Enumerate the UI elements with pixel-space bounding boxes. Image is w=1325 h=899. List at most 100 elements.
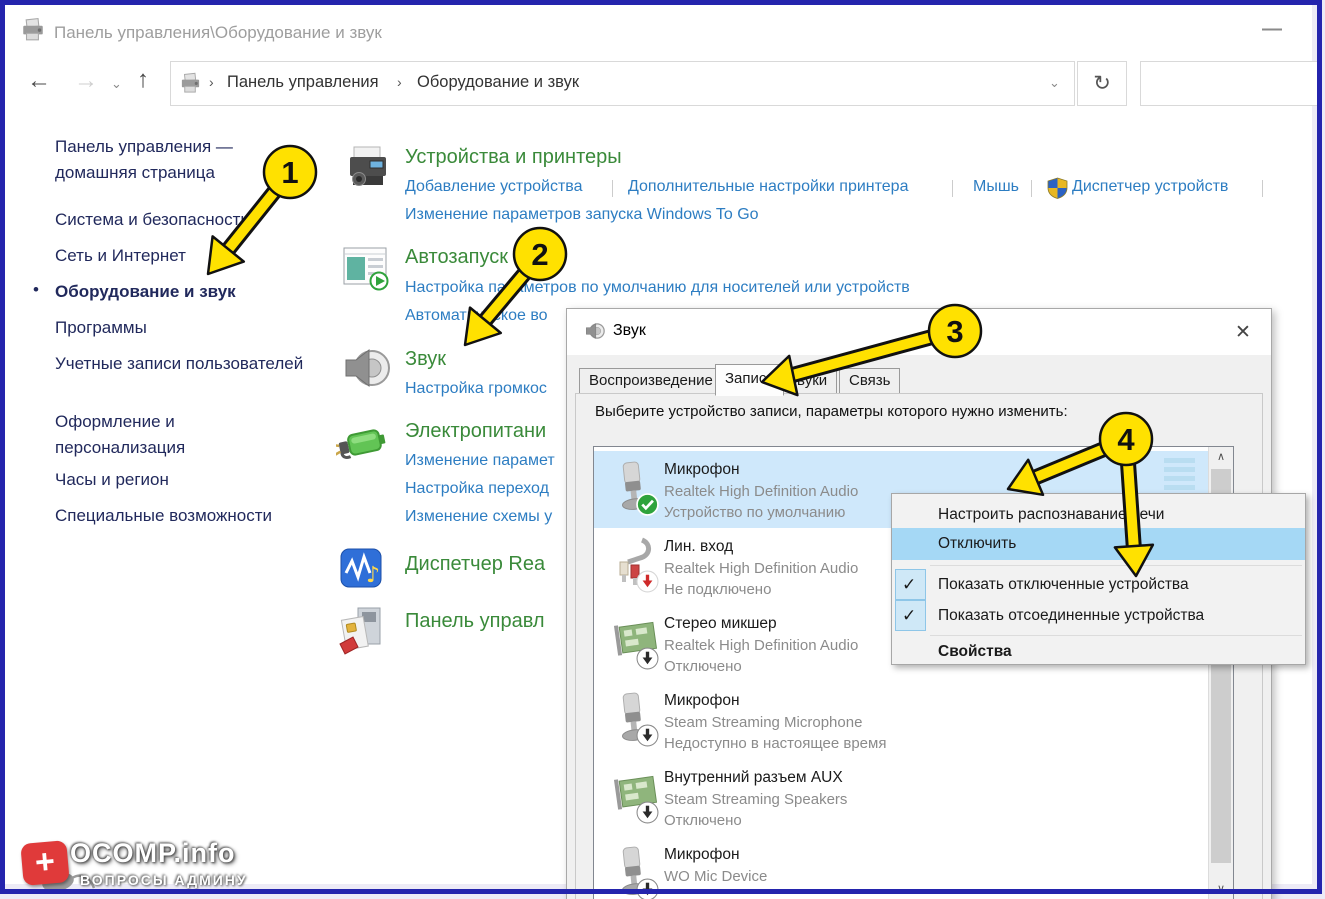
autoplay-icon[interactable] — [342, 244, 389, 296]
link-adjust-volume[interactable]: Настройка громкос — [405, 380, 547, 398]
close-icon[interactable]: ✕ — [1235, 321, 1251, 344]
device-name: Микрофон — [664, 692, 740, 710]
link-autoplay-media[interactable]: Автоматическое во — [405, 307, 548, 325]
category-realtek[interactable]: Диспетчер Rea — [405, 553, 545, 576]
category-devices-printers[interactable]: Устройства и принтеры — [405, 146, 622, 169]
sound-dialog-title: Звук — [613, 322, 646, 340]
sidebar-item-hardware-sound[interactable]: Оборудование и звук — [55, 279, 305, 305]
breadcrumb-printer-icon — [179, 71, 202, 99]
link-separator — [1031, 180, 1032, 197]
link-device-manager[interactable]: Диспетчер устройств — [1072, 178, 1228, 196]
scroll-up-icon[interactable]: ∧ — [1209, 447, 1233, 467]
device-driver: WO Mic Device — [664, 868, 767, 885]
device-row-steam-microphone[interactable]: Микрофон Steam Streaming Microphone Недо… — [594, 682, 1208, 759]
disabled-device-icon — [636, 647, 659, 675]
sidebar-item-network-internet[interactable]: Сеть и Интернет — [55, 243, 305, 269]
breadcrumb-hardware-sound[interactable]: Оборудование и звук — [417, 73, 579, 92]
menu-item-label: Отключить — [938, 528, 1016, 559]
device-status: Недоступно в настоящее время — [664, 735, 886, 752]
category-flash-panel[interactable]: Панель управл — [405, 610, 545, 633]
breadcrumb-chevron-icon[interactable]: › — [209, 74, 214, 90]
link-autoplay-defaults[interactable]: Настройка параметров по умолчанию для но… — [405, 279, 910, 297]
watermark-tagline: ВОПРОСЫ АДМИНУ — [80, 872, 248, 888]
sidebar-item-user-accounts[interactable]: Учетные записи пользователей — [55, 351, 305, 377]
link-windows-to-go[interactable]: Изменение параметров запуска Windows To … — [405, 206, 759, 224]
sidebar-item-clock-region[interactable]: Часы и регион — [55, 467, 305, 493]
link-add-device[interactable]: Добавление устройства — [405, 178, 583, 196]
refresh-icon: ↻ — [1093, 72, 1111, 95]
refresh-button[interactable]: ↻ — [1077, 61, 1127, 106]
device-row-wo-mic[interactable]: Микрофон WO Mic Device — [594, 836, 1208, 899]
menu-item-show-disabled[interactable]: ✓ Показать отключенные устройства — [892, 569, 1305, 600]
category-sound[interactable]: Звук — [405, 348, 446, 371]
address-dropdown-icon[interactable]: ⌄ — [1049, 75, 1060, 91]
history-dropdown-icon[interactable]: ⌄ — [111, 76, 122, 92]
device-row-aux[interactable]: Внутренний разъем AUX Steam Streaming Sp… — [594, 759, 1208, 836]
breadcrumb-control-panel[interactable]: Панель управления — [227, 73, 379, 92]
menu-item-speech-recognition[interactable]: Настроить распознавание речи — [892, 499, 1305, 530]
watermark: + OCOMP.info ВОПРОСЫ АДМИНУ — [14, 828, 274, 894]
svg-text:♪: ♪ — [366, 563, 380, 588]
link-separator — [952, 180, 953, 197]
checkmark-icon: ✓ — [902, 569, 916, 600]
device-context-menu: Настроить распознавание речи Отключить ✓… — [891, 493, 1306, 665]
link-advanced-printer-settings[interactable]: Дополнительные настройки принтера — [628, 178, 908, 196]
device-name: Микрофон — [664, 846, 740, 864]
device-name: Лин. вход — [664, 538, 733, 556]
link-power-settings[interactable]: Изменение парамет — [405, 452, 555, 470]
printer-icon — [20, 16, 46, 47]
screenshot-root: Панель управления\Оборудование и звук — … — [0, 0, 1325, 899]
sidebar-item-appearance[interactable]: Оформление и персонализация — [55, 409, 305, 461]
recording-instruction: Выберите устройство записи, параметры ко… — [595, 403, 1068, 420]
sidebar-item-home[interactable]: Панель управления — домашняя страница — [55, 134, 305, 186]
realtek-manager-icon[interactable]: ♪ — [340, 546, 385, 596]
tab-sounds[interactable]: Звуки — [778, 368, 837, 394]
sidebar-item-programs[interactable]: Программы — [55, 315, 305, 341]
uac-shield-icon — [1047, 177, 1068, 204]
sidebar-bullet-icon: • — [33, 280, 39, 300]
sidebar-item-ease-of-access[interactable]: Специальные возможности — [55, 503, 305, 529]
sound-category-speaker-icon[interactable] — [344, 344, 390, 397]
tab-playback[interactable]: Воспроизведение — [579, 368, 723, 394]
category-power[interactable]: Электропитани — [405, 420, 546, 443]
device-status: Отключено — [664, 658, 742, 675]
menu-item-label: Свойства — [938, 636, 1012, 667]
tab-communications[interactable]: Связь — [839, 368, 900, 394]
breadcrumb-chevron-icon[interactable]: › — [397, 74, 402, 90]
checkmark-icon: ✓ — [902, 600, 916, 631]
minimize-button[interactable]: — — [1262, 18, 1282, 41]
device-driver: Steam Streaming Microphone — [664, 714, 862, 731]
device-name: Внутренний разъем AUX — [664, 769, 843, 787]
devices-printers-icon[interactable] — [344, 144, 392, 197]
menu-item-disable[interactable]: Отключить — [892, 528, 1305, 560]
link-separator — [1262, 180, 1263, 197]
cardreader-icon[interactable] — [338, 604, 386, 661]
menu-item-show-disconnected[interactable]: ✓ Показать отсоединенные устройства — [892, 600, 1305, 631]
address-bar[interactable]: › Панель управления › Оборудование и зву… — [170, 61, 1075, 106]
tab-recording[interactable]: Запись — [715, 364, 784, 396]
default-device-check-icon — [636, 493, 659, 521]
device-name: Стерео микшер — [664, 615, 777, 633]
link-power-sleep[interactable]: Настройка переход — [405, 480, 549, 498]
menu-item-properties[interactable]: Свойства — [892, 636, 1305, 667]
back-button[interactable]: ← — [27, 69, 51, 93]
power-options-icon[interactable] — [336, 418, 388, 473]
speaker-icon — [585, 321, 605, 346]
window-title: Панель управления\Оборудование и звук — [54, 23, 382, 43]
search-input[interactable] — [1141, 62, 1323, 107]
sound-dialog-titlebar[interactable]: Звук ✕ — [567, 309, 1271, 355]
disabled-device-icon — [636, 801, 659, 829]
menu-item-label: Настроить распознавание речи — [938, 499, 1164, 530]
link-power-plan[interactable]: Изменение схемы у — [405, 508, 552, 526]
up-button[interactable]: ↑ — [137, 68, 149, 92]
search-box[interactable] — [1140, 61, 1320, 106]
device-driver: Steam Streaming Speakers — [664, 791, 847, 808]
link-separator — [612, 180, 613, 197]
sidebar-item-system-security[interactable]: Система и безопасность — [55, 207, 305, 233]
disabled-device-icon — [636, 724, 659, 752]
category-autoplay[interactable]: Автозапуск — [405, 246, 508, 269]
not-connected-icon — [636, 570, 659, 598]
link-mouse[interactable]: Мышь — [973, 178, 1019, 196]
scroll-down-icon[interactable]: ∨ — [1209, 879, 1233, 899]
forward-button[interactable]: → — [74, 69, 98, 93]
